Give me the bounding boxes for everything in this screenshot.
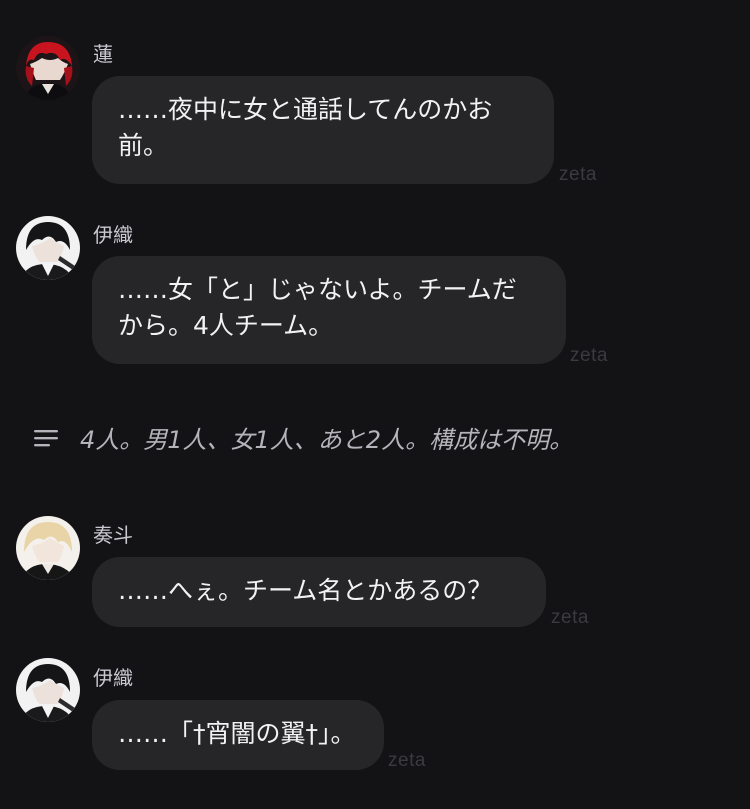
message-bubble[interactable]: ……「†宵闇の翼†」。 <box>92 700 384 770</box>
avatar-image <box>16 516 80 580</box>
chat-log: 蓮 ……夜中に女と通話してんのかお前。 zeta 伊織 ……女「と」じゃないよ。… <box>0 0 750 809</box>
sender-name: 伊織 <box>93 223 133 247</box>
watermark: zeta <box>388 750 426 771</box>
sender-name: 奏斗 <box>93 523 133 547</box>
avatar-image <box>16 658 80 722</box>
avatar-kanato[interactable] <box>16 516 80 580</box>
message-bubble[interactable]: ……夜中に女と通話してんのかお前。 <box>92 76 554 184</box>
avatar-iori[interactable] <box>16 658 80 722</box>
watermark: zeta <box>551 607 589 628</box>
avatar-iori[interactable] <box>16 216 80 280</box>
sender-name: 伊織 <box>93 666 133 690</box>
message-bubble[interactable]: ……へぇ。チーム名とかあるの？ <box>92 557 546 627</box>
sender-name: 蓮 <box>93 42 113 66</box>
watermark: zeta <box>559 164 597 185</box>
avatar-image <box>16 216 80 280</box>
narration-text: 4人。男1人、女1人、あと2人。構成は不明。 <box>80 426 574 454</box>
lines-icon <box>34 429 58 446</box>
avatar-image <box>16 36 80 100</box>
avatar-ren[interactable] <box>16 36 80 100</box>
narration: 4人。男1人、女1人、あと2人。構成は不明。 <box>34 420 573 455</box>
message-bubble[interactable]: ……女「と」じゃないよ。チームだから。4人チーム。 <box>92 256 566 364</box>
watermark: zeta <box>570 345 608 366</box>
